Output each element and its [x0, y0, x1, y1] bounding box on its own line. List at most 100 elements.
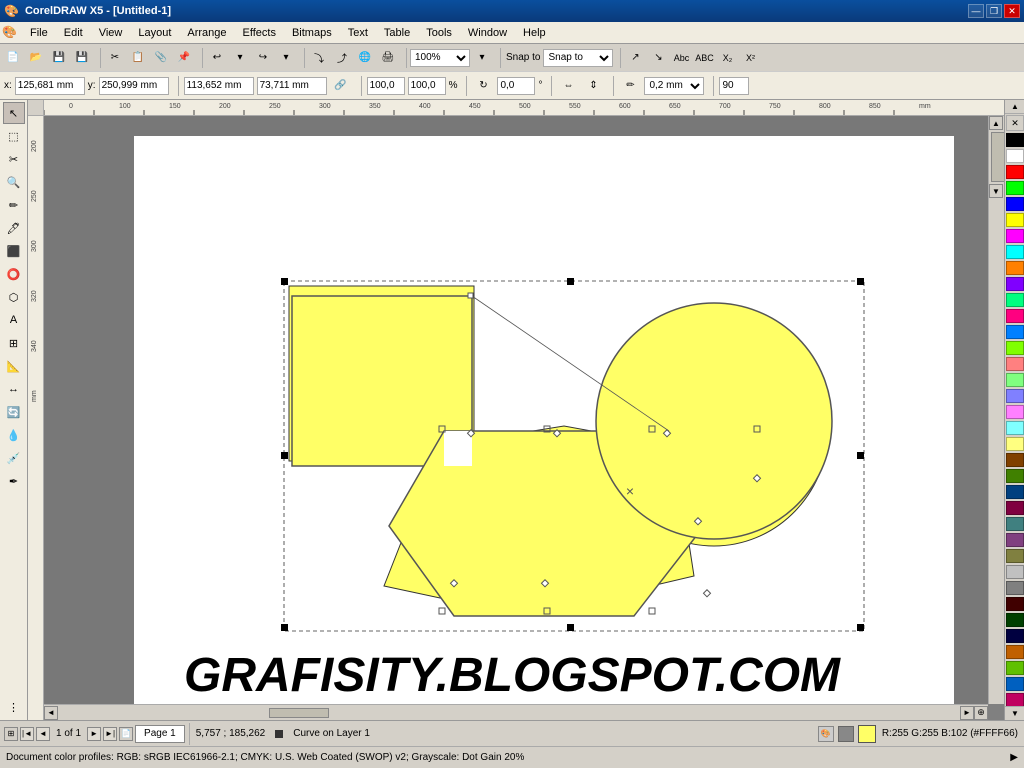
dimension-tool[interactable]: 📐: [3, 355, 25, 377]
color-swatch-3[interactable]: [1006, 181, 1024, 195]
freehand-tool[interactable]: ✏: [3, 194, 25, 216]
palette-scroll-up[interactable]: ▲: [1005, 100, 1024, 114]
paste-button[interactable]: 📎: [150, 47, 172, 69]
undo-dropdown[interactable]: ▾: [229, 47, 251, 69]
horizontal-scrollbar[interactable]: ◄ ► ⊕: [44, 704, 988, 720]
next-page-button[interactable]: ►: [87, 727, 101, 741]
color-swatch-13[interactable]: [1006, 341, 1024, 355]
color-swatch-1[interactable]: [1006, 149, 1024, 163]
connector-tool[interactable]: ↔: [3, 378, 25, 400]
color-swatch-29[interactable]: [1006, 597, 1024, 611]
color-swatch-27[interactable]: [1006, 565, 1024, 579]
color-swatch-31[interactable]: [1006, 629, 1024, 643]
rotate-btn[interactable]: ↻: [472, 75, 494, 97]
first-page-button[interactable]: |◄: [20, 727, 34, 741]
menu-item-bitmaps[interactable]: Bitmaps: [284, 22, 340, 43]
color-swatch-26[interactable]: [1006, 549, 1024, 563]
text-tool[interactable]: A: [3, 309, 25, 331]
smart-tool[interactable]: 🖊: [3, 217, 25, 239]
color-swatch-4[interactable]: [1006, 197, 1024, 211]
hscroll-left[interactable]: ◄: [44, 706, 58, 720]
polygon-tool[interactable]: ⬡: [3, 286, 25, 308]
color-swatch-9[interactable]: [1006, 277, 1024, 291]
last-page-button[interactable]: ►|: [103, 727, 117, 741]
color-swatch-10[interactable]: [1006, 293, 1024, 307]
options-btn2[interactable]: ↘: [647, 47, 669, 69]
sides-input[interactable]: [719, 77, 749, 95]
menu-item-effects[interactable]: Effects: [235, 22, 284, 43]
color-swatch-33[interactable]: [1006, 661, 1024, 675]
options-btn1[interactable]: ↗: [624, 47, 646, 69]
menu-item-arrange[interactable]: Arrange: [179, 22, 234, 43]
minimize-button[interactable]: —: [968, 4, 984, 18]
add-page-left[interactable]: ⊞: [4, 727, 18, 741]
text-format2[interactable]: ABC: [693, 47, 715, 69]
canvas[interactable]: × GRAFISITY.BLOGSPOT.COM: [44, 116, 988, 704]
no-color-swatch[interactable]: ✕: [1006, 115, 1024, 131]
select-tool[interactable]: ↖: [3, 102, 25, 124]
ellipse-tool[interactable]: ⭕: [3, 263, 25, 285]
close-button[interactable]: ✕: [1004, 4, 1020, 18]
color-swatch-20[interactable]: [1006, 453, 1024, 467]
extra-tools[interactable]: ⋮: [3, 696, 25, 718]
rect-tool[interactable]: ⬛: [3, 240, 25, 262]
vertical-scrollbar[interactable]: ▲ ▼: [988, 116, 1004, 704]
menu-item-tools[interactable]: Tools: [418, 22, 460, 43]
color-swatch-14[interactable]: [1006, 357, 1024, 371]
width-input[interactable]: [184, 77, 254, 95]
x-input[interactable]: [15, 77, 85, 95]
color-swatch-28[interactable]: [1006, 581, 1024, 595]
color-swatch-0[interactable]: [1006, 133, 1024, 147]
cut-button[interactable]: ✂: [104, 47, 126, 69]
print-button[interactable]: 🖨: [377, 47, 399, 69]
color-swatch-7[interactable]: [1006, 245, 1024, 259]
hscroll-thumb[interactable]: [269, 708, 329, 718]
vscroll-thumb[interactable]: [991, 132, 1004, 182]
color-swatch-15[interactable]: [1006, 373, 1024, 387]
page-tab[interactable]: Page 1: [135, 725, 185, 743]
snap-combo[interactable]: Snap to: [543, 49, 613, 67]
menu-item-text[interactable]: Text: [340, 22, 376, 43]
color-swatch-35[interactable]: [1006, 693, 1024, 706]
menu-item-file[interactable]: File: [22, 22, 56, 43]
vscroll-up[interactable]: ▲: [989, 116, 1003, 130]
menu-item-edit[interactable]: Edit: [56, 22, 91, 43]
vscroll-down[interactable]: ▼: [989, 184, 1003, 198]
text-format1[interactable]: Abc: [670, 47, 692, 69]
zoom-tool[interactable]: 🔍: [3, 171, 25, 193]
fill-tool[interactable]: 💧: [3, 424, 25, 446]
color-swatch-24[interactable]: [1006, 517, 1024, 531]
y-input[interactable]: [99, 77, 169, 95]
color-swatch-5[interactable]: [1006, 213, 1024, 227]
scale-w[interactable]: [367, 77, 405, 95]
hscroll-right[interactable]: ►: [960, 706, 974, 720]
export-button[interactable]: ⤴: [331, 47, 353, 69]
menu-item-table[interactable]: Table: [376, 22, 418, 43]
color-swatch-25[interactable]: [1006, 533, 1024, 547]
text-sub[interactable]: X₂: [716, 47, 738, 69]
color-mode-btn[interactable]: 🎨: [818, 726, 834, 742]
prev-page-button[interactable]: ◄: [36, 727, 50, 741]
publish-button[interactable]: 🌐: [354, 47, 376, 69]
color-swatch-18[interactable]: [1006, 421, 1024, 435]
menu-item-help[interactable]: Help: [515, 22, 554, 43]
scale-h[interactable]: [408, 77, 446, 95]
import-button[interactable]: ⤵: [308, 47, 330, 69]
open-button[interactable]: 📂: [25, 47, 47, 69]
color-swatch-34[interactable]: [1006, 677, 1024, 691]
table-tool[interactable]: ⊞: [3, 332, 25, 354]
copy-button[interactable]: 📋: [127, 47, 149, 69]
color-swatch-22[interactable]: [1006, 485, 1024, 499]
maximize-button[interactable]: ❐: [986, 4, 1002, 18]
zoom-combo[interactable]: 100% 50% 200%: [410, 49, 470, 67]
lock-ratio[interactable]: 🔗: [330, 75, 352, 97]
color-swatch-2[interactable]: [1006, 165, 1024, 179]
menu-item-view[interactable]: View: [91, 22, 131, 43]
color-swatch-19[interactable]: [1006, 437, 1024, 451]
redo-dropdown[interactable]: ▾: [275, 47, 297, 69]
shape-tool[interactable]: ⬚: [3, 125, 25, 147]
save-button[interactable]: 💾: [48, 47, 70, 69]
redo-button[interactable]: ↪: [252, 47, 274, 69]
color-swatch-30[interactable]: [1006, 613, 1024, 627]
undo-button[interactable]: ↩: [206, 47, 228, 69]
